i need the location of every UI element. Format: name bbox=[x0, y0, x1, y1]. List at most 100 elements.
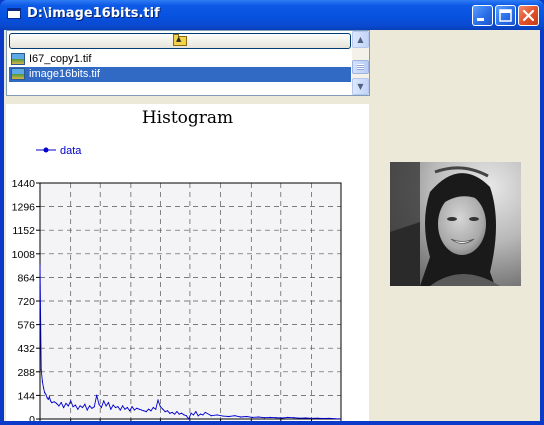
data-point bbox=[136, 407, 138, 409]
data-point bbox=[183, 414, 185, 416]
data-point bbox=[55, 402, 58, 405]
data-point bbox=[310, 417, 313, 419]
data-point bbox=[100, 406, 102, 409]
data-point bbox=[197, 415, 199, 417]
data-point bbox=[181, 412, 183, 414]
y-tick-label: 288 bbox=[17, 367, 35, 379]
data-point bbox=[133, 409, 136, 411]
scroll-down-button[interactable]: ▼ bbox=[352, 78, 369, 95]
y-tick-label: 1152 bbox=[12, 225, 35, 237]
data-point bbox=[210, 415, 212, 417]
data-point bbox=[293, 417, 295, 419]
data-point bbox=[129, 410, 131, 412]
data-point bbox=[263, 417, 265, 419]
data-point bbox=[169, 412, 171, 414]
image-preview bbox=[390, 162, 521, 286]
chevron-up-icon: ▲ bbox=[357, 35, 364, 44]
data-point bbox=[138, 408, 140, 410]
data-point bbox=[72, 406, 74, 408]
data-point bbox=[147, 408, 150, 410]
data-point bbox=[86, 409, 88, 411]
window-title: D:\image16bits.tif bbox=[27, 6, 160, 21]
image-file-icon bbox=[11, 68, 25, 80]
data-point bbox=[65, 402, 67, 405]
data-point bbox=[42, 387, 45, 389]
folder-up-icon bbox=[173, 34, 187, 46]
data-point bbox=[105, 405, 107, 407]
data-point bbox=[257, 416, 259, 418]
y-tick-label: 1008 bbox=[12, 249, 36, 261]
data-point bbox=[322, 417, 324, 420]
data-point bbox=[74, 404, 77, 406]
data-point bbox=[299, 417, 301, 419]
legend-marker-dot bbox=[43, 147, 49, 153]
data-point bbox=[216, 414, 218, 416]
data-point bbox=[53, 401, 55, 403]
data-point bbox=[240, 416, 242, 418]
histogram-panel: Histogram 0 144 288 432 576 720 864 1008 1152 129… bbox=[6, 104, 369, 421]
close-button[interactable] bbox=[518, 5, 539, 26]
file-list-item-label: image16bits.tif bbox=[29, 68, 100, 80]
data-point bbox=[107, 402, 110, 404]
file-list-item[interactable]: I67_copy1.tif bbox=[9, 52, 351, 67]
data-point bbox=[304, 417, 307, 419]
y-tick-label: 1296 bbox=[12, 202, 36, 214]
file-list-item-selected[interactable]: image16bits.tif bbox=[9, 67, 351, 82]
data-point bbox=[316, 417, 318, 419]
close-icon bbox=[522, 9, 535, 22]
data-point bbox=[145, 411, 147, 413]
data-point bbox=[269, 416, 271, 418]
data-point bbox=[188, 418, 190, 420]
data-point bbox=[40, 369, 42, 371]
data-point bbox=[67, 405, 69, 407]
data-point bbox=[41, 380, 43, 382]
data-point bbox=[126, 406, 128, 409]
data-point bbox=[45, 393, 47, 396]
data-point bbox=[103, 400, 105, 402]
title-bar[interactable]: D:\image16bits.tif bbox=[0, 0, 544, 30]
data-point bbox=[334, 418, 336, 420]
data-point bbox=[70, 400, 72, 402]
data-point bbox=[166, 410, 169, 412]
data-point bbox=[46, 397, 48, 399]
portrait-image bbox=[390, 162, 521, 286]
data-point bbox=[131, 406, 133, 408]
data-point bbox=[178, 413, 180, 415]
data-point bbox=[77, 408, 79, 410]
file-list-scrollbar[interactable]: ▲ ▼ bbox=[352, 31, 369, 95]
scroll-up-button[interactable]: ▲ bbox=[352, 31, 369, 48]
data-point bbox=[110, 408, 112, 410]
scrollbar-thumb[interactable] bbox=[352, 60, 369, 74]
data-point bbox=[50, 400, 52, 402]
data-point bbox=[164, 411, 166, 413]
minimize-icon bbox=[477, 18, 484, 21]
y-tick-label: 864 bbox=[17, 272, 35, 284]
data-point bbox=[63, 406, 65, 409]
data-point bbox=[287, 416, 289, 418]
data-point bbox=[48, 396, 51, 398]
data-point bbox=[152, 406, 154, 409]
data-point bbox=[84, 403, 86, 405]
data-point bbox=[93, 406, 95, 408]
data-point bbox=[162, 408, 164, 410]
data-point bbox=[222, 415, 224, 417]
data-point bbox=[119, 409, 121, 411]
window-icon bbox=[7, 8, 21, 19]
data-point bbox=[124, 408, 126, 410]
maximize-icon bbox=[499, 9, 512, 22]
data-point bbox=[117, 406, 119, 408]
data-point bbox=[190, 412, 192, 414]
parent-folder-button[interactable] bbox=[9, 33, 351, 49]
data-point bbox=[159, 406, 161, 408]
data-point bbox=[112, 404, 114, 406]
maximize-button[interactable] bbox=[495, 5, 516, 26]
y-tick-label: 1440 bbox=[12, 178, 36, 190]
minimize-button[interactable] bbox=[472, 5, 493, 26]
file-list[interactable]: I67_copy1.tif image16bits.tif ▲ ▼ bbox=[6, 30, 370, 96]
histogram-chart: 0144288432576720864100811521296144002651… bbox=[12, 145, 342, 421]
y-tick-label: 576 bbox=[17, 320, 35, 332]
data-point bbox=[96, 394, 98, 396]
data-point bbox=[204, 411, 206, 414]
data-point bbox=[185, 415, 187, 417]
data-point bbox=[91, 407, 93, 409]
